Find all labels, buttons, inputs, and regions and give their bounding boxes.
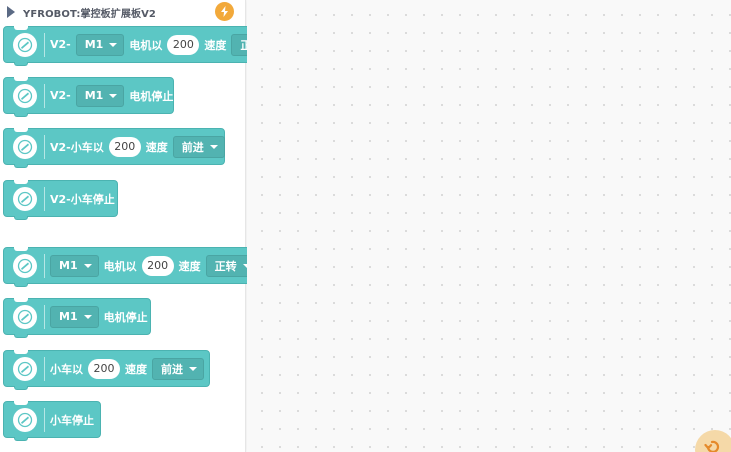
block-notch: [14, 401, 28, 405]
collapse-arrow-icon[interactable]: [7, 6, 15, 18]
caret-down-icon: [109, 42, 118, 47]
block-label: 速度: [125, 362, 147, 376]
mpython-board-icon: [13, 254, 37, 278]
block-label: 小车停止: [50, 413, 94, 427]
block-label: V2-小车以: [50, 140, 104, 154]
block-notch: [14, 77, 28, 81]
block-separator: [44, 408, 45, 432]
undo-icon: [704, 440, 720, 452]
block-bump: [14, 216, 28, 220]
mpython-board-icon: [13, 357, 37, 381]
mpython-board-icon: [13, 187, 37, 211]
caret-down-icon: [209, 144, 218, 149]
block-label: 电机停止: [129, 89, 174, 103]
block-dropdown[interactable]: 前进: [172, 135, 225, 158]
block-notch: [14, 26, 28, 30]
workspace-canvas[interactable]: [247, 0, 731, 452]
block-bump: [14, 113, 28, 117]
block-label: 速度: [204, 38, 227, 52]
block-dropdown[interactable]: M1: [75, 84, 125, 107]
dropdown-value: M1: [59, 310, 78, 323]
block-v2-motor-run[interactable]: V2-M1电机以200速度正转: [3, 26, 284, 66]
block-car-stop[interactable]: 小车停止: [3, 401, 101, 441]
block-separator: [44, 187, 45, 211]
dropdown-value: M1: [59, 259, 78, 272]
block-notch: [14, 180, 28, 184]
block-label: V2-: [50, 38, 71, 51]
block-dropdown[interactable]: M1: [50, 305, 99, 328]
block-bump: [14, 334, 28, 338]
speed-number-input[interactable]: 200: [108, 136, 141, 157]
block-notch: [14, 350, 28, 354]
mpython-board-icon: [13, 33, 37, 57]
dropdown-value: M1: [84, 89, 104, 102]
block-dropdown[interactable]: 前进: [152, 357, 204, 380]
block-bump: [14, 62, 28, 66]
mpython-board-icon: [13, 408, 37, 432]
block-separator: [44, 84, 45, 108]
block-label: 电机以: [103, 259, 137, 273]
category-header[interactable]: YFROBOT:掌控板扩展板V2: [0, 0, 246, 24]
speed-number-input[interactable]: 200: [88, 358, 120, 379]
block-label: V2-小车停止: [50, 192, 115, 206]
editor-root: YFROBOT:掌控板扩展板V2 V2-M1电机以200速度正转V2-M1电机停…: [0, 0, 731, 452]
caret-down-icon: [83, 314, 92, 319]
block-v2-car-stop[interactable]: V2-小车停止: [3, 180, 118, 220]
mpython-board-icon: [13, 305, 37, 329]
block-label: 速度: [178, 259, 201, 273]
mpython-board-icon: [13, 135, 37, 159]
caret-down-icon: [83, 263, 92, 268]
block-motor-stop[interactable]: M1 电机停止: [3, 298, 151, 338]
block-bump: [14, 386, 28, 390]
block-separator: [44, 305, 45, 329]
dropdown-value: 前进: [181, 140, 204, 154]
block-label: V2-: [50, 89, 71, 102]
block-notch: [14, 247, 28, 251]
mpython-board-icon: [13, 84, 37, 108]
block-dropdown[interactable]: M1: [75, 33, 125, 56]
block-motor-run[interactable]: M1 电机以 200 速度 正转: [3, 247, 260, 287]
block-v2-car-move[interactable]: V2-小车以 200 速度 前进: [3, 128, 225, 168]
block-label: 小车以: [50, 362, 83, 376]
block-car-move[interactable]: 小车以 200 速度 前进: [3, 350, 210, 390]
block-notch: [14, 128, 28, 132]
block-v2-motor-stop[interactable]: V2- M1 电机停止: [3, 77, 174, 117]
block-dropdown[interactable]: M1: [50, 254, 99, 277]
block-label: 速度: [145, 140, 168, 154]
block-bump: [14, 283, 28, 287]
caret-down-icon: [109, 93, 118, 98]
block-notch: [14, 298, 28, 302]
block-separator: [44, 33, 45, 57]
speed-number-input[interactable]: 200: [141, 255, 174, 276]
block-palette: YFROBOT:掌控板扩展板V2 V2-M1电机以200速度正转V2-M1电机停…: [0, 0, 284, 452]
speed-number-input[interactable]: 200: [167, 34, 200, 55]
block-separator: [44, 135, 45, 159]
dropdown-value: 前进: [161, 362, 183, 376]
block-separator: [44, 357, 45, 381]
category-title: YFROBOT:掌控板扩展板V2: [23, 9, 156, 20]
block-separator: [44, 254, 45, 278]
dropdown-value: M1: [84, 38, 104, 51]
dropdown-value: 正转: [214, 259, 237, 273]
block-label: 电机停止: [103, 310, 148, 324]
block-bump: [14, 437, 28, 441]
block-bump: [14, 164, 28, 168]
caret-down-icon: [189, 366, 197, 371]
extension-badge-icon: [215, 2, 234, 21]
block-label: 电机以: [129, 38, 163, 52]
